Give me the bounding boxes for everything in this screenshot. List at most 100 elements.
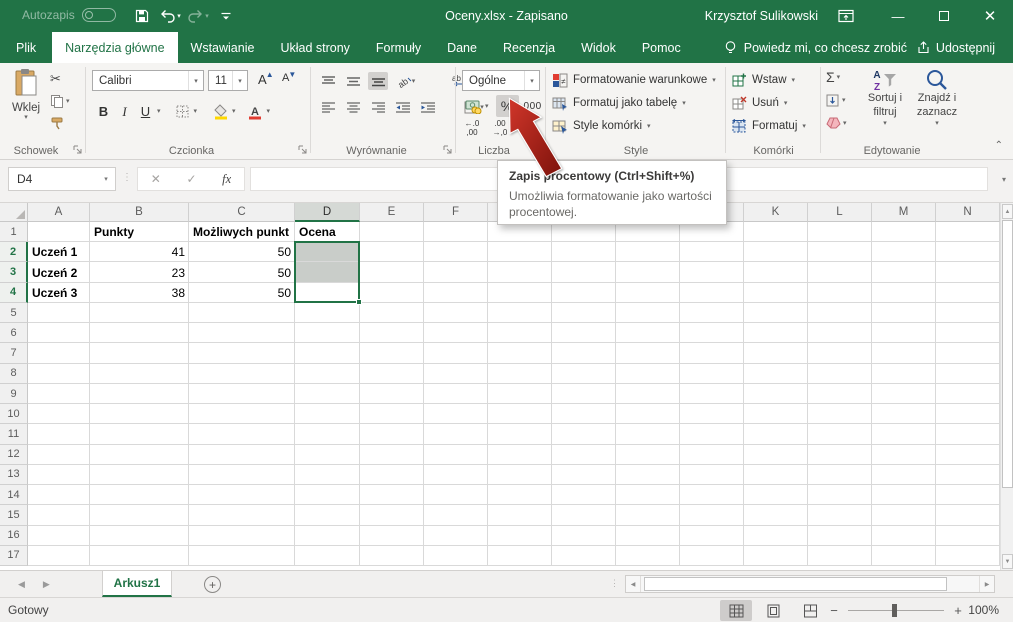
cell-C2[interactable]: 50 — [189, 242, 295, 262]
account-user-name[interactable]: Krzysztof Sulikowski — [705, 0, 818, 32]
decrease-indent-button[interactable] — [393, 98, 413, 116]
row-header-4[interactable]: 4 — [0, 283, 28, 303]
page-layout-view-button[interactable] — [757, 600, 789, 621]
number-format-combo[interactable]: Ogólne ▾ — [462, 70, 540, 91]
delete-cells-caret[interactable]: ▾ — [784, 100, 788, 107]
scroll-up-icon[interactable]: ▲ — [1002, 204, 1013, 219]
italic-button[interactable]: I — [115, 101, 134, 122]
cell-C1[interactable]: Możliwych punkt — [189, 222, 295, 242]
cell-A2[interactable]: Uczeń 1 — [28, 242, 90, 262]
paste-button[interactable]: Wklej ▾ — [5, 68, 47, 138]
row-header-17[interactable]: 17 — [0, 546, 28, 566]
find-select-button[interactable]: Znajdź i zaznacz ▾ — [909, 68, 965, 127]
row-header-2[interactable]: 2 — [0, 242, 28, 262]
zoom-slider[interactable] — [848, 610, 944, 611]
conditional-formatting-button[interactable]: ≠ Formatowanie warunkowe ▾ — [552, 69, 716, 91]
cell-D1[interactable]: Ocena — [295, 222, 360, 242]
insert-cells-button[interactable]: Wstaw ▾ — [732, 69, 795, 91]
cut-button[interactable]: ✂ — [50, 71, 70, 87]
sort-filter-caret[interactable]: ▾ — [883, 120, 887, 127]
font-dialog-launcher[interactable] — [297, 144, 308, 155]
shrink-font-button[interactable]: A▼ — [282, 72, 289, 84]
column-header-C[interactable]: C — [189, 203, 295, 222]
page-break-view-button[interactable] — [794, 600, 826, 621]
column-header-A[interactable]: A — [28, 203, 90, 222]
fill-color-button[interactable] — [211, 101, 230, 122]
worksheet-grid[interactable]: ABCDEFGHIJKLMN1234567891011121314151617P… — [0, 203, 1000, 570]
row-header-5[interactable]: 5 — [0, 303, 28, 323]
fill-caret[interactable]: ▾ — [842, 97, 846, 104]
cancel-entry-icon[interactable]: ✕ — [151, 172, 161, 186]
conditional-formatting-caret[interactable]: ▾ — [712, 77, 716, 84]
vertical-scrollbar[interactable]: ▲ ▼ — [1000, 203, 1013, 570]
cell-A3[interactable]: Uczeń 2 — [28, 262, 90, 282]
font-size-caret[interactable]: ▾ — [232, 71, 247, 90]
column-header-N[interactable]: N — [936, 203, 1000, 222]
borders-caret[interactable]: ▾ — [194, 108, 198, 115]
grow-font-button[interactable]: A▲ — [258, 72, 267, 87]
row-header-10[interactable]: 10 — [0, 404, 28, 424]
align-middle-button[interactable] — [343, 72, 363, 90]
sheet-nav-left-icon[interactable]: ◀ — [18, 579, 25, 590]
format-painter-button[interactable] — [50, 115, 70, 131]
orientation-button[interactable]: ab▾ — [393, 72, 419, 90]
tab-view[interactable]: Widok — [568, 32, 629, 63]
sort-filter-button[interactable]: AZ Sortuj i filtruj ▾ — [857, 68, 913, 127]
copy-dropdown-caret[interactable]: ▾ — [66, 98, 70, 105]
autosum-caret[interactable]: ▾ — [837, 74, 841, 81]
row-header-8[interactable]: 8 — [0, 364, 28, 384]
ribbon-display-options-button[interactable] — [831, 0, 861, 32]
clipboard-dialog-launcher[interactable] — [72, 144, 83, 155]
align-top-button[interactable] — [318, 72, 338, 90]
number-format-caret[interactable]: ▾ — [524, 71, 539, 90]
tab-review[interactable]: Recenzja — [490, 32, 568, 63]
tabbar-splitter[interactable]: ⋮ — [610, 578, 619, 589]
tab-page-layout[interactable]: Układ strony — [267, 32, 362, 63]
enter-entry-icon[interactable]: ✓ — [186, 172, 196, 186]
vertical-scroll-thumb[interactable] — [1002, 220, 1013, 488]
undo-button[interactable]: ▾ — [158, 4, 182, 28]
increase-indent-button[interactable] — [418, 98, 438, 116]
maximize-button[interactable] — [921, 0, 967, 32]
align-right-button[interactable] — [368, 98, 388, 116]
zoom-in-button[interactable]: + — [952, 603, 964, 618]
selection-range[interactable] — [294, 241, 360, 303]
tab-formulas[interactable]: Formuły — [363, 32, 434, 63]
column-header-F[interactable]: F — [424, 203, 488, 222]
font-size-combo[interactable]: 11 ▾ — [208, 70, 248, 91]
row-header-11[interactable]: 11 — [0, 424, 28, 444]
expand-formula-bar-icon[interactable]: ▾ — [1002, 175, 1006, 184]
paste-dropdown-caret[interactable]: ▾ — [24, 114, 28, 121]
row-header-12[interactable]: 12 — [0, 445, 28, 465]
autosum-button[interactable]: Σ▾ — [826, 69, 847, 85]
bold-button[interactable]: B — [94, 101, 113, 122]
align-left-button[interactable] — [318, 98, 338, 116]
sheet-nav-right-icon[interactable]: ▶ — [43, 579, 50, 590]
undo-dropdown-caret[interactable]: ▾ — [177, 12, 181, 20]
zoom-slider-handle[interactable] — [892, 604, 897, 617]
borders-button[interactable] — [173, 101, 192, 122]
minimize-button[interactable]: — — [875, 0, 921, 32]
column-header-L[interactable]: L — [808, 203, 872, 222]
row-header-3[interactable]: 3 — [0, 262, 28, 282]
align-center-button[interactable] — [343, 98, 363, 116]
increase-decimal-button[interactable]: ←.0,00 — [462, 120, 482, 138]
delete-cells-button[interactable]: Usuń ▾ — [732, 92, 787, 114]
close-button[interactable]: ✕ — [967, 0, 1013, 32]
scroll-down-icon[interactable]: ▼ — [1002, 554, 1013, 569]
clear-button[interactable]: ▾ — [826, 115, 847, 131]
orientation-caret[interactable]: ▾ — [412, 78, 416, 85]
row-header-16[interactable]: 16 — [0, 526, 28, 546]
cell-B1[interactable]: Punkty — [90, 222, 189, 242]
fill-color-caret[interactable]: ▾ — [232, 108, 236, 115]
alignment-dialog-launcher[interactable] — [442, 144, 453, 155]
underline-caret[interactable]: ▾ — [157, 108, 161, 115]
font-name-caret[interactable]: ▾ — [188, 71, 203, 90]
autosave-control[interactable]: Autozapis — [22, 8, 116, 22]
column-header-D[interactable]: D — [295, 203, 360, 222]
font-color-caret[interactable]: ▾ — [267, 108, 271, 115]
cell-B2[interactable]: 41 — [90, 242, 189, 262]
cell-C3[interactable]: 50 — [189, 262, 295, 282]
format-cells-caret[interactable]: ▾ — [802, 123, 806, 130]
horizontal-scrollbar[interactable]: ◀ ▶ — [625, 575, 995, 593]
